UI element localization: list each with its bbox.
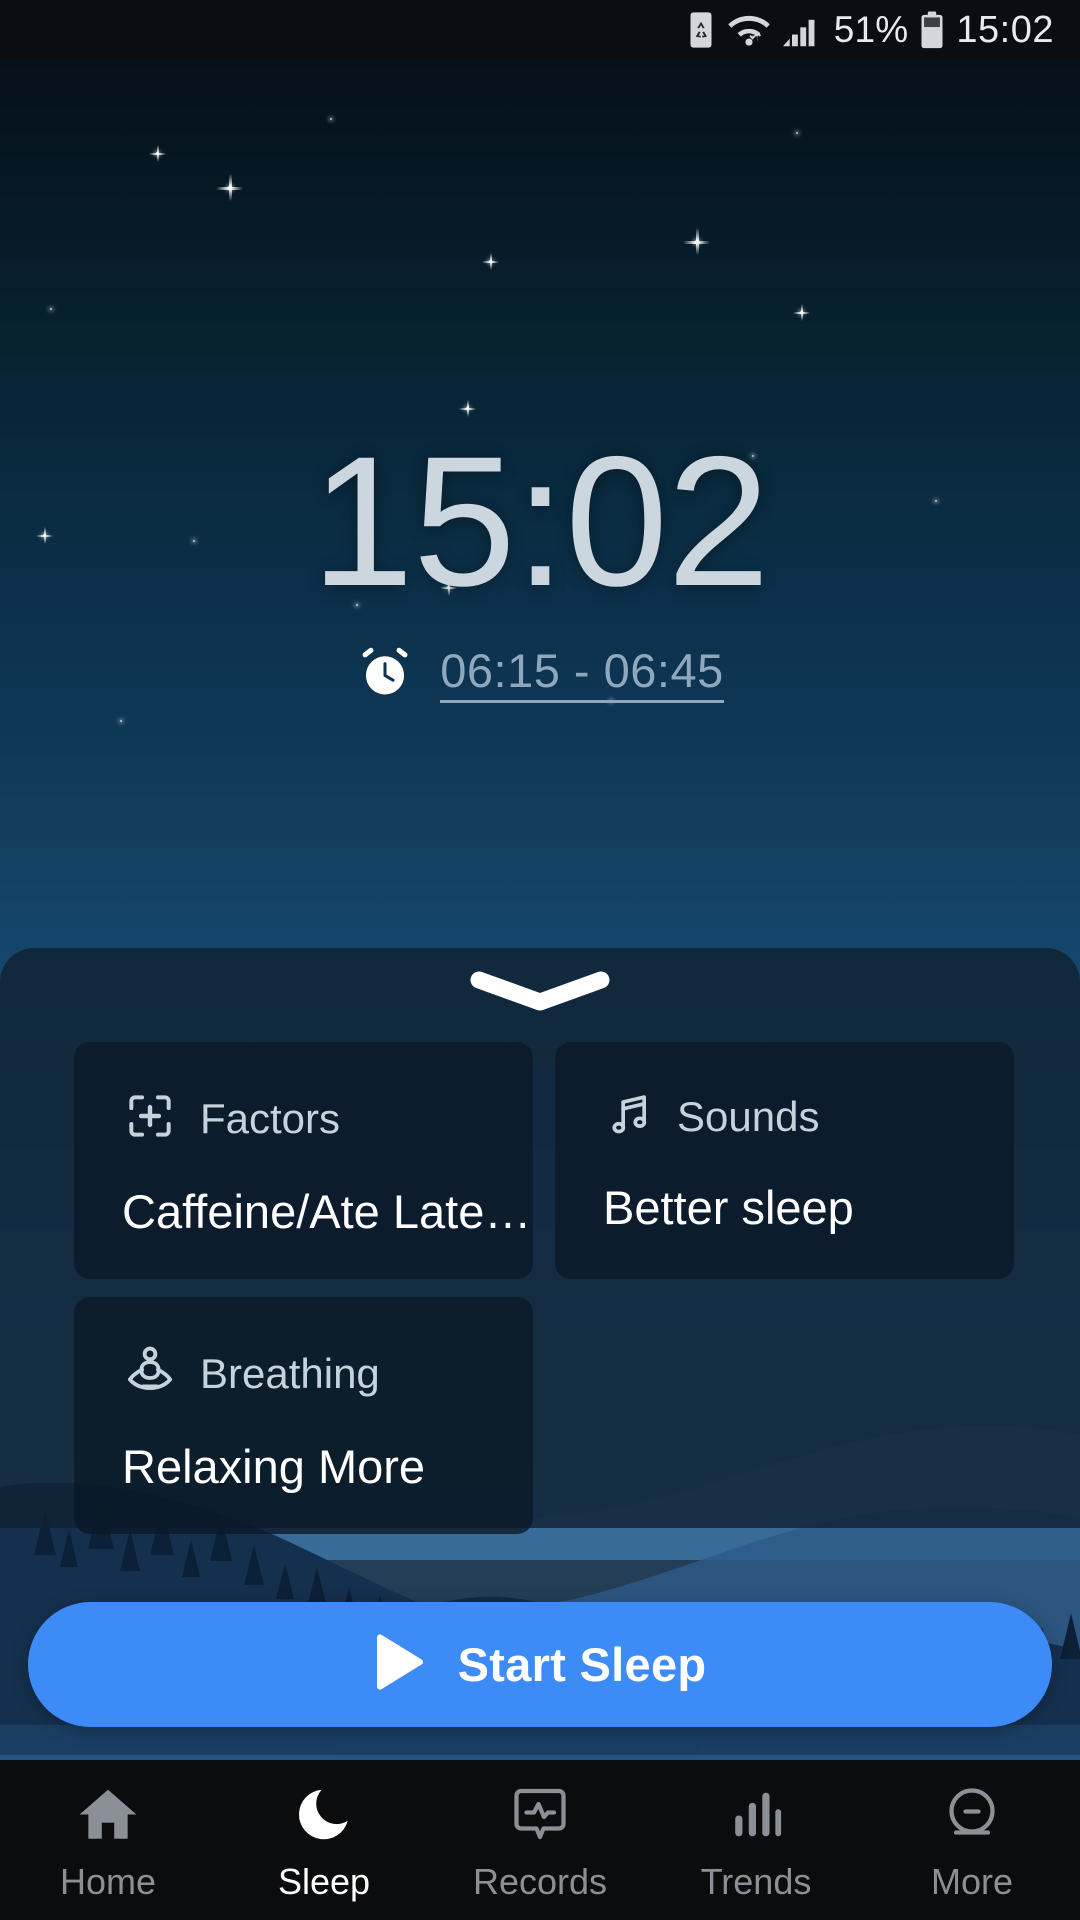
card-value: Relaxing More <box>122 1440 426 1493</box>
status-bar-clock: 15:02 <box>956 8 1054 51</box>
play-icon <box>374 1633 426 1696</box>
nav-item-more[interactable]: More <box>864 1760 1080 1920</box>
more-icon <box>942 1783 1002 1845</box>
start-sleep-label: Start Sleep <box>457 1638 707 1691</box>
card-sounds[interactable]: Sounds Better sleep <box>555 1042 1014 1279</box>
nav-label: Records <box>472 1861 608 1902</box>
bottom-navigation: Home Sleep Records Trends More <box>0 1760 1080 1920</box>
nav-item-records[interactable]: Records <box>432 1760 648 1920</box>
music-note-icon <box>603 1088 655 1145</box>
alarm-window-text[interactable]: 06:15 - 06:45 <box>440 646 724 703</box>
chevron-down-icon <box>470 971 610 1011</box>
current-time: 15:02 <box>311 419 770 625</box>
clock-block: 15:02 06:15 - 06:45 <box>0 430 1080 706</box>
option-cards: Factors Caffeine/Ate Late… Sounds Better… <box>74 1042 1014 1534</box>
start-sleep-button[interactable]: Start Sleep <box>28 1602 1052 1727</box>
nav-label: Home <box>59 1861 157 1902</box>
nav-item-trends[interactable]: Trends <box>648 1760 864 1920</box>
nav-item-home[interactable]: Home <box>0 1760 216 1920</box>
status-bar: 51% 15:02 <box>0 0 1080 60</box>
trends-icon <box>727 1783 785 1845</box>
home-icon <box>77 1783 139 1845</box>
card-title: Factors <box>200 1094 341 1142</box>
alarm-clock-icon <box>356 643 414 706</box>
wifi-icon <box>727 13 770 47</box>
battery-saver-icon <box>686 11 716 49</box>
alarm-window-row[interactable]: 06:15 - 06:45 <box>356 643 724 706</box>
battery-icon <box>920 11 944 49</box>
card-breathing[interactable]: Breathing Relaxing More <box>74 1297 533 1534</box>
nav-item-sleep[interactable]: Sleep <box>216 1760 432 1920</box>
card-title: Breathing <box>200 1349 380 1397</box>
nav-label: More <box>930 1861 1014 1902</box>
sleep-app-screen: 15:02 06:15 - 06:45 Factors Caffeine/Ate… <box>0 0 1080 1920</box>
nav-label: Sleep <box>277 1861 371 1902</box>
records-icon <box>510 1783 570 1845</box>
add-factor-icon <box>122 1088 178 1149</box>
card-value: Better sleep <box>603 1181 854 1234</box>
sheet-collapse-handle[interactable] <box>0 970 1080 1014</box>
card-value: Caffeine/Ate Late… <box>122 1185 532 1238</box>
signal-icon <box>782 13 822 47</box>
battery-percent: 51% <box>833 9 909 50</box>
moon-icon <box>293 1783 355 1845</box>
nav-label: Trends <box>700 1861 812 1902</box>
card-factors[interactable]: Factors Caffeine/Ate Late… <box>74 1042 533 1279</box>
meditation-icon <box>122 1343 178 1404</box>
card-title: Sounds <box>677 1092 820 1140</box>
